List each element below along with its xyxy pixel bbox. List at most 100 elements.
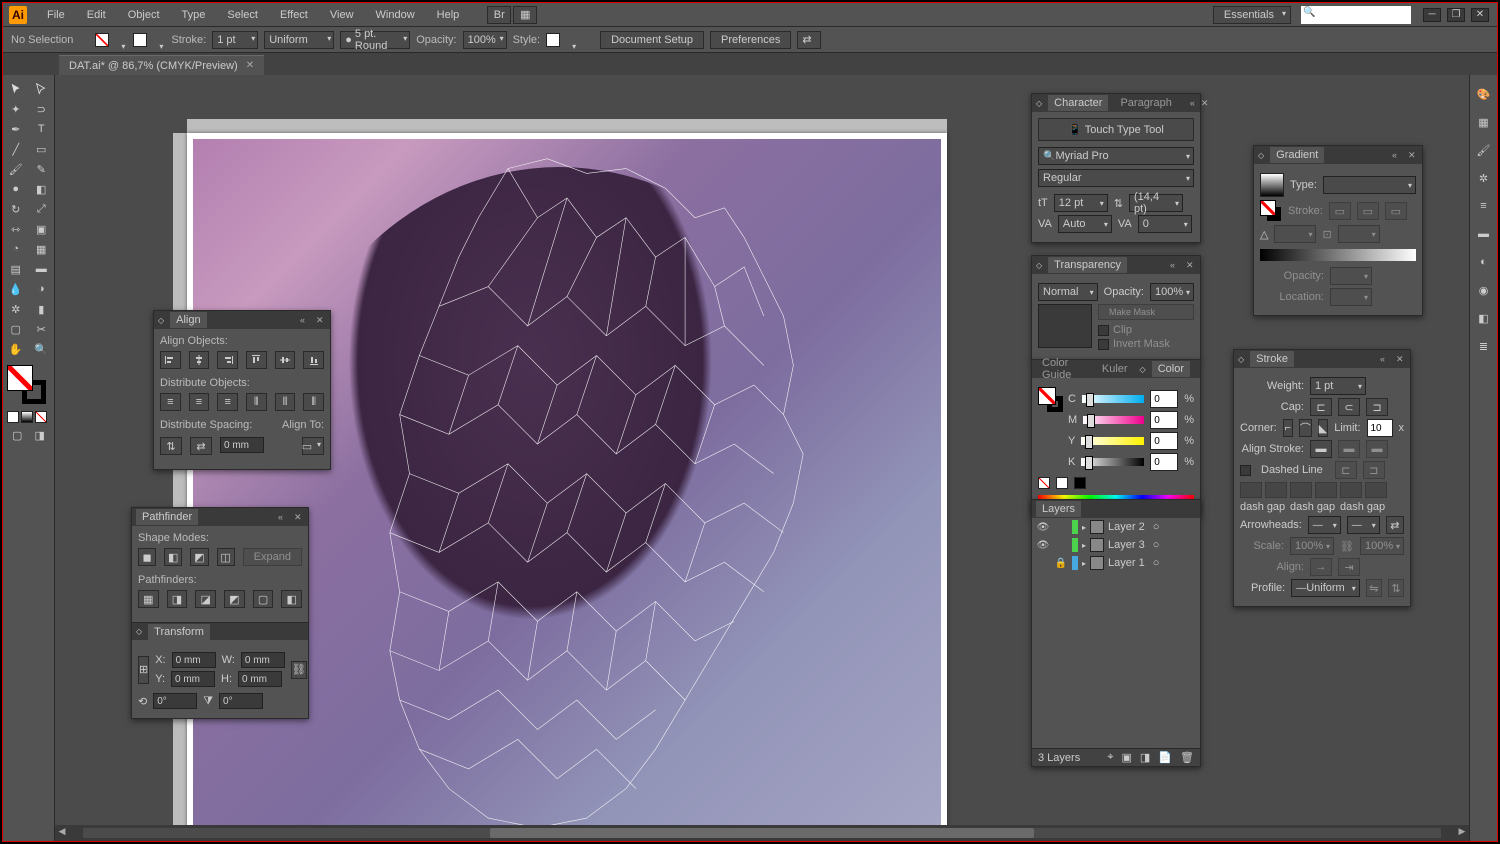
mesh-tool[interactable]: ▤: [3, 259, 29, 279]
swatches-panel-icon[interactable]: ▦: [1475, 113, 1493, 131]
restore-button[interactable]: ❐: [1447, 8, 1465, 22]
perspective-grid-tool[interactable]: ▦: [29, 239, 55, 259]
brush-profile[interactable]: Uniform: [264, 31, 334, 49]
gradient-tab[interactable]: Gradient: [1270, 147, 1324, 163]
symbol-sprayer-tool[interactable]: ✲: [3, 299, 29, 319]
align-tab[interactable]: Align: [170, 312, 206, 328]
outline[interactable]: ▢: [253, 590, 274, 608]
menu-view[interactable]: View: [320, 5, 364, 25]
crop[interactable]: ◩: [224, 590, 245, 608]
pathfinder-tab[interactable]: Pathfinder: [136, 509, 198, 525]
target-icon[interactable]: ○: [1153, 557, 1160, 569]
touch-type-button[interactable]: 📱 Touch Type Tool: [1038, 118, 1194, 141]
none-mode[interactable]: [35, 411, 47, 423]
expand-button[interactable]: Expand: [243, 548, 302, 566]
delete-layer-icon[interactable]: 🗑: [1180, 751, 1194, 764]
dist-bottom[interactable]: ≡: [217, 393, 238, 411]
dash-preserve[interactable]: ⊏: [1335, 461, 1357, 479]
artboard-tool[interactable]: ▢: [3, 319, 29, 339]
mask-thumbnail[interactable]: [1038, 304, 1092, 348]
stroke-tab[interactable]: Stroke: [1250, 351, 1294, 367]
symbols-panel-icon[interactable]: ✲: [1475, 169, 1493, 187]
minimize-button[interactable]: ─: [1423, 8, 1441, 22]
make-mask-button[interactable]: Make Mask: [1098, 304, 1194, 320]
stroke-across[interactable]: ▭: [1385, 202, 1407, 220]
rotate-input[interactable]: [153, 693, 197, 709]
rotate-tool[interactable]: ↻: [3, 199, 29, 219]
hand-tool[interactable]: ✋: [3, 339, 29, 359]
cap-butt[interactable]: ⊏: [1310, 398, 1332, 416]
layer-name[interactable]: Layer 2: [1108, 521, 1145, 533]
dash-align[interactable]: ⊐: [1363, 461, 1385, 479]
arrange-docs-button[interactable]: ▦: [513, 6, 537, 24]
clip-checkbox[interactable]: [1098, 325, 1109, 336]
align-center[interactable]: ▬: [1310, 440, 1332, 458]
pen-tool[interactable]: ✒: [3, 119, 29, 139]
miter-limit-input[interactable]: [1367, 419, 1393, 437]
arrow-scale-end[interactable]: 100%: [1360, 537, 1404, 555]
blend-mode-dropdown[interactable]: Normal: [1038, 283, 1098, 301]
swap-arrows[interactable]: ⇄: [1386, 516, 1404, 534]
stroke-weight-input[interactable]: 1 pt: [212, 31, 258, 49]
transparency-tab[interactable]: Transparency: [1048, 257, 1127, 273]
close-tab-icon[interactable]: ✕: [246, 60, 254, 71]
w-input[interactable]: [241, 652, 285, 668]
menu-select[interactable]: Select: [217, 5, 268, 25]
workspace-switcher[interactable]: Essentials: [1213, 6, 1291, 24]
transparency-panel-icon[interactable]: ◐: [1475, 253, 1493, 271]
zoom-tool[interactable]: 🔍: [29, 339, 55, 359]
exclude[interactable]: ◫: [217, 548, 235, 566]
dist-hspacing[interactable]: ⇄: [190, 437, 212, 455]
visibility-toggle[interactable]: 👁: [1036, 540, 1050, 551]
opacity-input[interactable]: 100%: [463, 31, 507, 49]
shear-input[interactable]: [219, 693, 263, 709]
transparency-opacity-input[interactable]: 100%: [1150, 283, 1194, 301]
menu-type[interactable]: Type: [172, 5, 216, 25]
stroke-along[interactable]: ▭: [1357, 202, 1379, 220]
expand-arrow[interactable]: ▸: [1082, 559, 1086, 568]
h-input[interactable]: [238, 671, 282, 687]
align-right[interactable]: [217, 351, 238, 369]
arrow-extend[interactable]: →: [1310, 558, 1332, 576]
menu-help[interactable]: Help: [427, 5, 470, 25]
cap-projecting[interactable]: ⊐: [1366, 398, 1388, 416]
arrow-scale-start[interactable]: 100%: [1290, 537, 1334, 555]
layer-row[interactable]: 👁 ▸ Layer 2 ○: [1032, 518, 1200, 536]
eraser-tool[interactable]: ◧: [29, 179, 55, 199]
panel-close-icon[interactable]: ✕: [1186, 260, 1196, 270]
dist-hcenter[interactable]: ⦀: [275, 393, 296, 411]
type-tool[interactable]: T: [29, 119, 55, 139]
font-style-dropdown[interactable]: Regular: [1038, 169, 1194, 187]
align-inside[interactable]: ▬: [1338, 440, 1360, 458]
panel-collapse-icon[interactable]: «: [1190, 98, 1195, 108]
panel-close-icon[interactable]: ✕: [1408, 150, 1418, 160]
expand-arrow[interactable]: ▸: [1082, 523, 1086, 532]
graphic-styles-panel-icon[interactable]: ◧: [1475, 309, 1493, 327]
align-bottom[interactable]: [303, 351, 324, 369]
close-button[interactable]: ✕: [1471, 8, 1489, 22]
pencil-tool[interactable]: ✎: [29, 159, 55, 179]
font-family-dropdown[interactable]: 🔍 Myriad Pro: [1038, 147, 1194, 165]
arrow-at-end[interactable]: ⇥: [1338, 558, 1360, 576]
grad-location-input[interactable]: [1330, 288, 1372, 306]
change-screen-mode[interactable]: ◨: [30, 425, 51, 445]
horizontal-scrollbar[interactable]: ◀ ▶: [55, 825, 1469, 841]
transform-tab[interactable]: Transform: [148, 624, 210, 640]
dist-vcenter[interactable]: ≡: [189, 393, 210, 411]
preferences-button[interactable]: Preferences: [710, 31, 791, 49]
gradient-panel-icon[interactable]: ▬: [1475, 225, 1493, 243]
corner-round[interactable]: ⌒: [1299, 419, 1312, 437]
menu-window[interactable]: Window: [366, 5, 425, 25]
tracking-input[interactable]: 0: [1138, 215, 1192, 233]
magic-wand-tool[interactable]: ✦: [3, 99, 29, 119]
constrain-proportions[interactable]: ⛓: [291, 661, 307, 679]
spacing-input[interactable]: [220, 437, 264, 453]
divide[interactable]: ▦: [138, 590, 159, 608]
target-icon[interactable]: ○: [1153, 521, 1160, 533]
unite[interactable]: ◼: [138, 548, 156, 566]
search-input[interactable]: [1301, 6, 1411, 24]
menu-effect[interactable]: Effect: [270, 5, 318, 25]
screen-mode[interactable]: ▢: [7, 425, 28, 445]
dist-vspacing[interactable]: ⇅: [160, 437, 182, 455]
visibility-toggle[interactable]: 👁: [1036, 522, 1050, 533]
